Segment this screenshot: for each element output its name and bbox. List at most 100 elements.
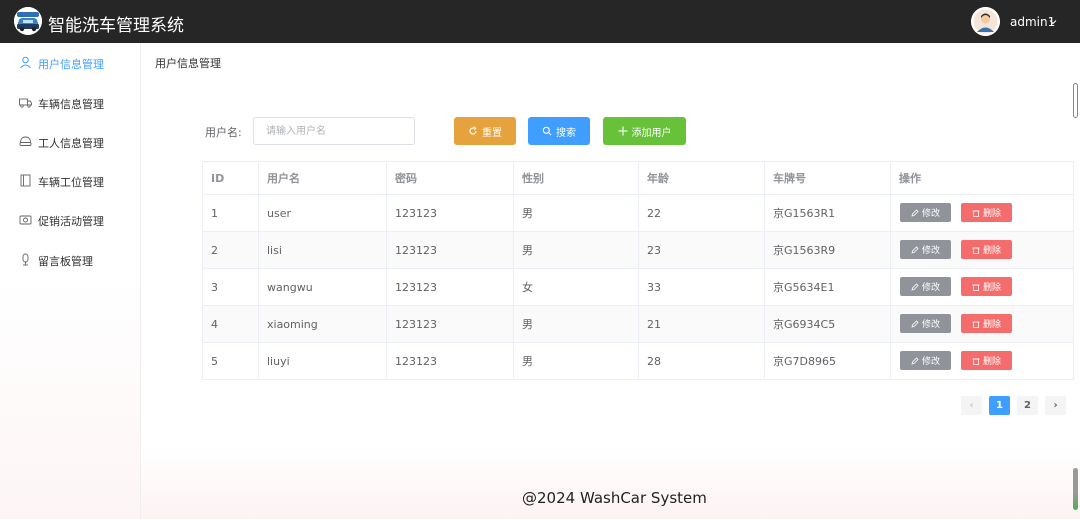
cell-id: 2	[203, 232, 259, 268]
cell-password: 123123	[387, 306, 514, 342]
cell-password: 123123	[387, 269, 514, 305]
chevron-down-icon[interactable]	[1049, 18, 1057, 26]
edit-button-label: 修改	[921, 357, 940, 367]
cell-id: 4	[203, 306, 259, 342]
table-row: 1 user 123123 男 22 京G1563R1 修改 删除	[203, 195, 1073, 232]
user-icon	[20, 56, 31, 69]
cell-age: 28	[639, 343, 765, 379]
table-row: 5 liuyi 123123 男 28 京G7D8965 修改 删除	[203, 343, 1073, 380]
breadcrumb: 用户信息管理	[155, 57, 221, 70]
search-button-label: 搜索	[556, 127, 576, 139]
page-1-button[interactable]: 1	[989, 396, 1010, 415]
sidebar-item-message-board[interactable]: 留言板管理	[0, 240, 140, 279]
camera-icon	[19, 215, 32, 225]
delete-button[interactable]: 删除	[961, 351, 1012, 370]
sidebar-item-worker-info[interactable]: 工人信息管理	[0, 122, 140, 161]
add-user-button[interactable]: 添加用户	[603, 117, 686, 145]
footer-copyright: @2024 WashCar System	[522, 489, 707, 507]
sidebar-item-user-info[interactable]: 用户信息管理	[0, 43, 140, 82]
top-header: 智能洗车管理系统 admin1	[0, 0, 1080, 43]
sidebar-item-label: 用户信息管理	[38, 58, 104, 71]
delete-button[interactable]: 删除	[961, 277, 1012, 296]
delete-button-label: 删除	[982, 209, 1001, 219]
cell-plate: 京G6934C5	[765, 306, 891, 342]
sidebar-item-label: 留言板管理	[38, 255, 93, 268]
delete-button-label: 删除	[982, 320, 1001, 330]
cell-password: 123123	[387, 195, 514, 231]
edit-button[interactable]: 修改	[900, 203, 951, 222]
cell-actions: 修改 删除	[891, 195, 1073, 231]
scroll-indicator[interactable]	[1073, 468, 1078, 510]
column-header: 车牌号	[765, 162, 891, 194]
trash-icon	[972, 321, 980, 328]
cell-username: xiaoming	[259, 306, 387, 342]
table-row: 2 lisi 123123 男 23 京G1563R9 修改 删除	[203, 232, 1073, 269]
cell-username: lisi	[259, 232, 387, 268]
car-wash-logo	[14, 7, 42, 35]
edit-icon	[911, 282, 919, 291]
edit-button[interactable]: 修改	[900, 240, 951, 259]
headset-icon	[19, 136, 32, 146]
sidebar-item-label: 车辆信息管理	[38, 98, 104, 111]
truck-icon	[19, 98, 32, 108]
table-row: 4 xiaoming 123123 男 21 京G6934C5 修改 删除	[203, 306, 1073, 343]
delete-button[interactable]: 删除	[961, 203, 1012, 222]
delete-button[interactable]: 删除	[961, 314, 1012, 333]
cell-username: user	[259, 195, 387, 231]
cell-actions: 修改 删除	[891, 232, 1073, 268]
edit-icon	[911, 245, 919, 254]
plus-icon	[618, 126, 627, 136]
sidebar-item-vehicle-station[interactable]: 车辆工位管理	[0, 161, 140, 200]
table-row: 3 wangwu 123123 女 33 京G5634E1 修改 删除	[203, 269, 1073, 306]
edit-button-label: 修改	[921, 283, 940, 293]
user-avatar[interactable]	[971, 7, 1000, 36]
app-title: 智能洗车管理系统	[48, 16, 184, 36]
cell-username: wangwu	[259, 269, 387, 305]
delete-button[interactable]: 删除	[961, 240, 1012, 259]
search-button[interactable]: 搜索	[528, 117, 590, 145]
username-search-label: 用户名:	[205, 126, 242, 139]
cell-gender: 女	[514, 269, 639, 305]
edit-button-label: 修改	[921, 320, 940, 330]
cell-plate: 京G5634E1	[765, 269, 891, 305]
cell-gender: 男	[514, 195, 639, 231]
cell-age: 21	[639, 306, 765, 342]
microphone-icon	[22, 253, 29, 266]
next-page-button[interactable]: ›	[1045, 396, 1066, 415]
column-header: ID	[203, 162, 259, 194]
edit-button[interactable]: 修改	[900, 277, 951, 296]
edit-button[interactable]: 修改	[900, 314, 951, 333]
refresh-icon	[469, 126, 477, 135]
sidebar-item-vehicle-info[interactable]: 车辆信息管理	[0, 83, 140, 122]
page-2-button[interactable]: 2	[1017, 396, 1038, 415]
reset-button[interactable]: 重置	[454, 117, 516, 145]
add-user-button-label: 添加用户	[631, 127, 672, 139]
cell-plate: 京G7D8965	[765, 343, 891, 379]
sidebar-item-label: 促销活动管理	[38, 215, 104, 228]
cell-gender: 男	[514, 306, 639, 342]
cell-actions: 修改 删除	[891, 343, 1073, 379]
sidebar-item-label: 车辆工位管理	[38, 176, 104, 189]
cell-password: 123123	[387, 343, 514, 379]
column-header: 操作	[899, 172, 921, 185]
username-search-input[interactable]	[253, 117, 415, 145]
edit-icon	[911, 356, 919, 365]
column-header: 年龄	[639, 162, 765, 194]
table-header: ID 用户名 密码 性别 年龄 车牌号 操作	[203, 162, 1073, 195]
column-header: 密码	[387, 162, 514, 194]
cell-age: 22	[639, 195, 765, 231]
cell-actions: 修改 删除	[891, 306, 1073, 342]
delete-button-label: 删除	[982, 246, 1001, 256]
scrollbar-thumb[interactable]	[1073, 83, 1078, 118]
reset-button-label: 重置	[482, 127, 502, 139]
cell-password: 123123	[387, 232, 514, 268]
delete-button-label: 删除	[982, 283, 1001, 293]
cell-age: 23	[639, 232, 765, 268]
edit-button[interactable]: 修改	[900, 351, 951, 370]
edit-icon	[911, 208, 919, 217]
cell-username: liuyi	[259, 343, 387, 379]
cell-plate: 京G1563R1	[765, 195, 891, 231]
cell-gender: 男	[514, 343, 639, 379]
prev-page-button[interactable]: ‹	[961, 396, 982, 415]
sidebar-item-promotion[interactable]: 促销活动管理	[0, 200, 140, 239]
